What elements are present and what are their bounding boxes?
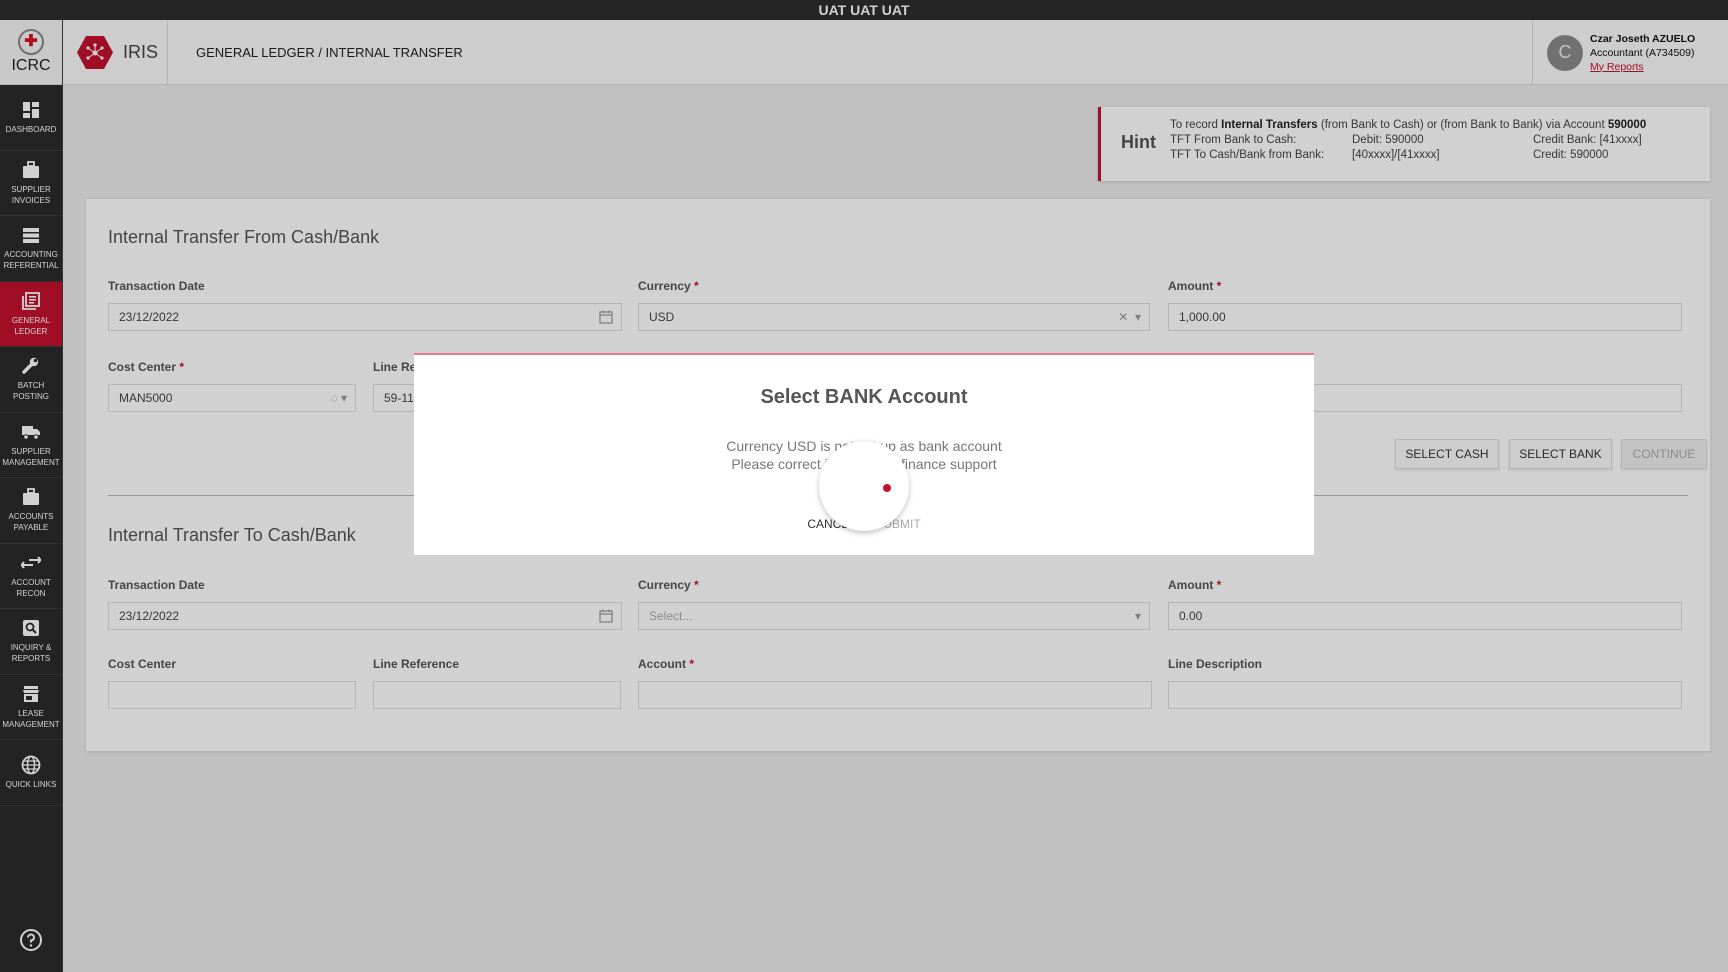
spinner-dot bbox=[883, 484, 891, 492]
loading-spinner bbox=[819, 441, 909, 531]
dialog-title: Select BANK Account bbox=[760, 386, 968, 408]
